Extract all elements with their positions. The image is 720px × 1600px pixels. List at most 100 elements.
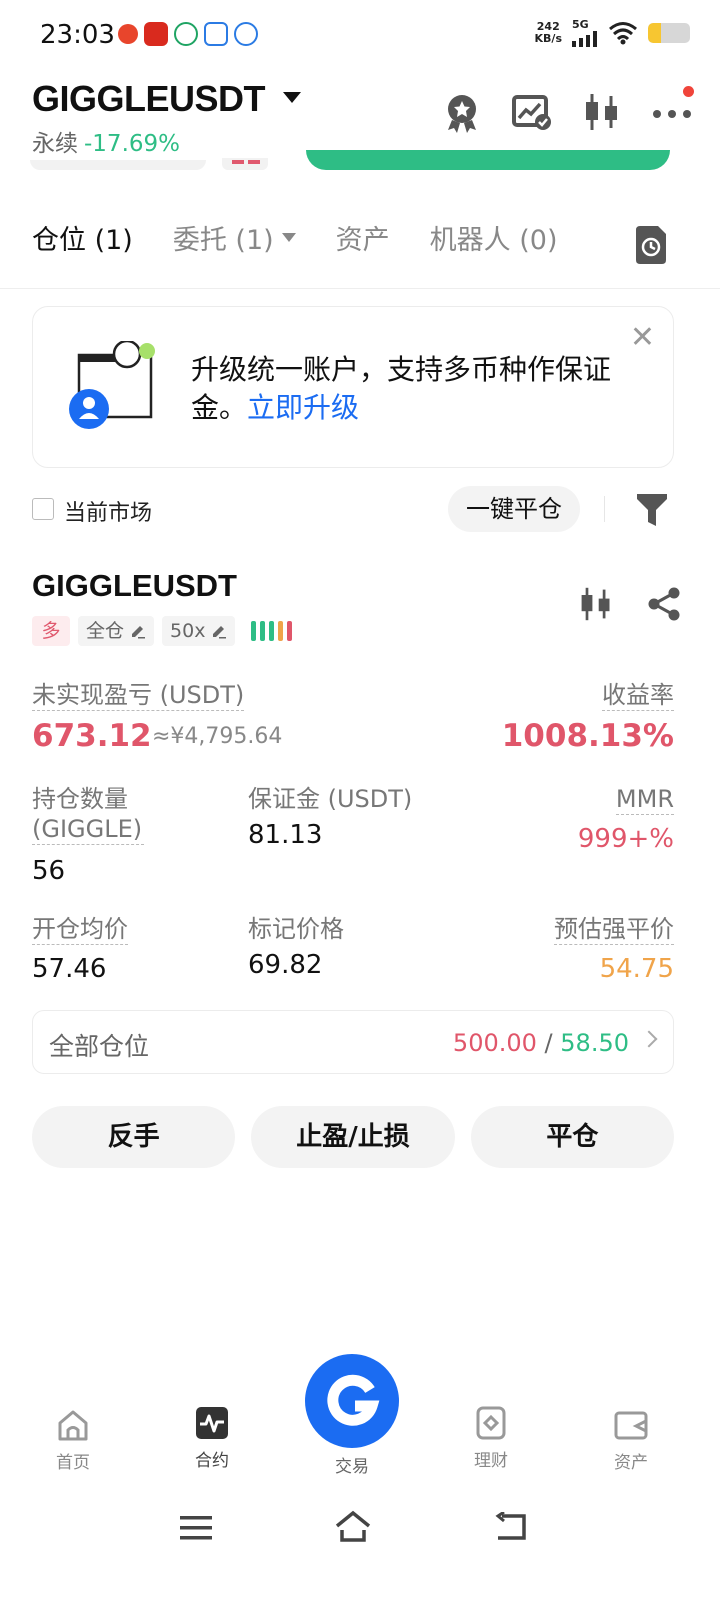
margin-label: 保证金 (USDT) (248, 785, 413, 813)
risk-level-indicator (251, 621, 293, 641)
menu-icon[interactable] (180, 1514, 212, 1546)
tab-assets[interactable]: 资产 (336, 218, 390, 257)
risk-level-bar (251, 621, 257, 641)
nav-assets[interactable]: 资产 (581, 1408, 681, 1473)
liquidation-price-value: 54.75 (599, 954, 674, 984)
liquidation-price-label[interactable]: 预估强平价 (554, 914, 674, 945)
leverage-tag[interactable]: 50x (162, 616, 236, 646)
edit-icon (213, 626, 227, 639)
margin-value: 81.13 (248, 820, 323, 850)
unified-account-banner[interactable]: 升级统一账户，支持多币种作保证金。立即升级 ✕ (32, 306, 674, 468)
chevron-right-icon (640, 1030, 658, 1048)
unrealized-pnl-value: 673.12 (32, 718, 152, 754)
status-bar: 23:03 242 KB/s 5G (0, 0, 720, 70)
entry-price-label[interactable]: 开仓均价 (32, 914, 128, 945)
edit-icon (132, 626, 146, 639)
tp-sl-button[interactable]: 止盈/止损 (251, 1106, 455, 1168)
close-icon[interactable]: ✕ (630, 323, 655, 353)
mark-price-label: 标记价格 (248, 915, 344, 943)
app-notification-icon (118, 24, 138, 44)
app-notification-icon (144, 22, 168, 46)
contract-type: 永续 (32, 131, 78, 157)
position-symbol: GIGGLEUSDT (32, 568, 237, 603)
scrolled-content-edge (30, 160, 206, 170)
candlestick-icon[interactable] (582, 92, 622, 132)
tab-orders[interactable]: 委托 (1) (173, 218, 296, 257)
wifi-icon (609, 21, 637, 44)
notification-icons (118, 22, 258, 46)
current-market-label[interactable]: 当前市场 (64, 495, 152, 527)
current-market-checkbox[interactable] (32, 498, 54, 520)
unrealized-pnl-cny: ≈¥4,795.64 (152, 724, 283, 749)
account-upgrade-icon (69, 339, 159, 431)
system-navigation (0, 1504, 720, 1564)
mmr-value: 999+% (577, 824, 674, 854)
unrealized-pnl-label[interactable]: 未实现盈亏 (USDT) (32, 680, 245, 711)
app-notification-icon (234, 22, 258, 46)
contract-subtitle: 永续 -17.69% (32, 124, 180, 158)
status-time: 23:03 (40, 20, 115, 50)
risk-level-bar (269, 621, 275, 641)
wallet-icon (614, 1408, 648, 1442)
roe-label[interactable]: 收益率 (602, 680, 674, 711)
nav-contract[interactable]: 合约 (162, 1406, 262, 1471)
reverse-position-button[interactable]: 反手 (32, 1106, 236, 1168)
close-all-button[interactable]: 一键平仓 (448, 486, 580, 532)
filter-divider (604, 496, 605, 522)
symbol-dropdown-icon[interactable] (283, 92, 301, 103)
nav-home[interactable]: 首页 (23, 1408, 123, 1473)
position-tabs: 仓位 (1) 委托 (1) 资产 机器人 (0) (32, 218, 597, 257)
position-size-value: 56 (32, 856, 66, 886)
risk-level-bar (260, 621, 266, 641)
close-position-button[interactable]: 平仓 (470, 1106, 674, 1168)
back-icon[interactable] (494, 1510, 528, 1546)
candlestick-icon[interactable] (578, 586, 614, 626)
chart-settings-icon[interactable] (512, 92, 552, 132)
chevron-down-icon (281, 233, 296, 242)
network-type: 5G (572, 18, 589, 31)
share-icon[interactable] (646, 586, 682, 626)
nav-finance[interactable]: 理财 (441, 1406, 541, 1471)
upgrade-now-link[interactable]: 立即升级 (247, 391, 359, 424)
contract-icon (195, 1406, 229, 1440)
nav-trade[interactable] (305, 1354, 399, 1448)
trade-logo-icon (327, 1374, 380, 1426)
home-icon (56, 1408, 90, 1442)
contract-header: GIGGLEUSDT 永续 -17.69% (0, 70, 720, 180)
risk-level-bar (287, 621, 293, 641)
more-icon[interactable] (652, 86, 694, 132)
entry-price-value: 57.46 (32, 954, 107, 984)
net-speed: 242 KB/s (534, 19, 562, 45)
price-change: -17.69% (84, 131, 180, 157)
home-button-icon[interactable] (334, 1510, 372, 1546)
all-positions-values: 500.00 / 58.50 (452, 1029, 629, 1057)
position-actions: 反手 止盈/止损 平仓 (32, 1106, 674, 1168)
all-positions-row[interactable]: 全部仓位 500.00 / 58.50 (32, 1010, 674, 1074)
signal-icon (572, 31, 597, 47)
position-size-label[interactable]: 持仓数量 (GIGGLE) (32, 784, 144, 845)
mark-price-value: 69.82 (248, 950, 323, 980)
finance-icon (474, 1406, 508, 1440)
scrolled-buy-button-edge (306, 150, 670, 170)
risk-level-bar (278, 621, 284, 641)
position-filter-row: 当前市场 一键平仓 (32, 486, 688, 532)
position-tags: 多 全仓 50x (32, 616, 293, 646)
scrolled-content-edge (222, 158, 268, 170)
app-notification-icon (174, 22, 198, 46)
side-tag: 多 (32, 616, 70, 646)
order-history-icon[interactable] (634, 226, 668, 268)
mmr-label[interactable]: MMR (615, 784, 674, 815)
filter-icon[interactable] (636, 492, 668, 532)
nav-trade-label: 交易 (335, 1457, 369, 1477)
tab-positions[interactable]: 仓位 (1) (32, 218, 133, 257)
award-icon[interactable] (442, 92, 482, 133)
roe-value: 1008.13% (501, 718, 674, 754)
tab-bots[interactable]: 机器人 (0) (430, 218, 558, 257)
banner-message: 升级统一账户，支持多币种作保证金。立即升级 (191, 353, 612, 424)
all-positions-label: 全部仓位 (49, 1032, 150, 1061)
symbol-title[interactable]: GIGGLEUSDT (32, 78, 266, 120)
battery-icon (648, 22, 690, 43)
margin-mode-tag[interactable]: 全仓 (78, 616, 155, 646)
tab-divider (0, 288, 720, 289)
app-notification-icon (204, 22, 228, 46)
